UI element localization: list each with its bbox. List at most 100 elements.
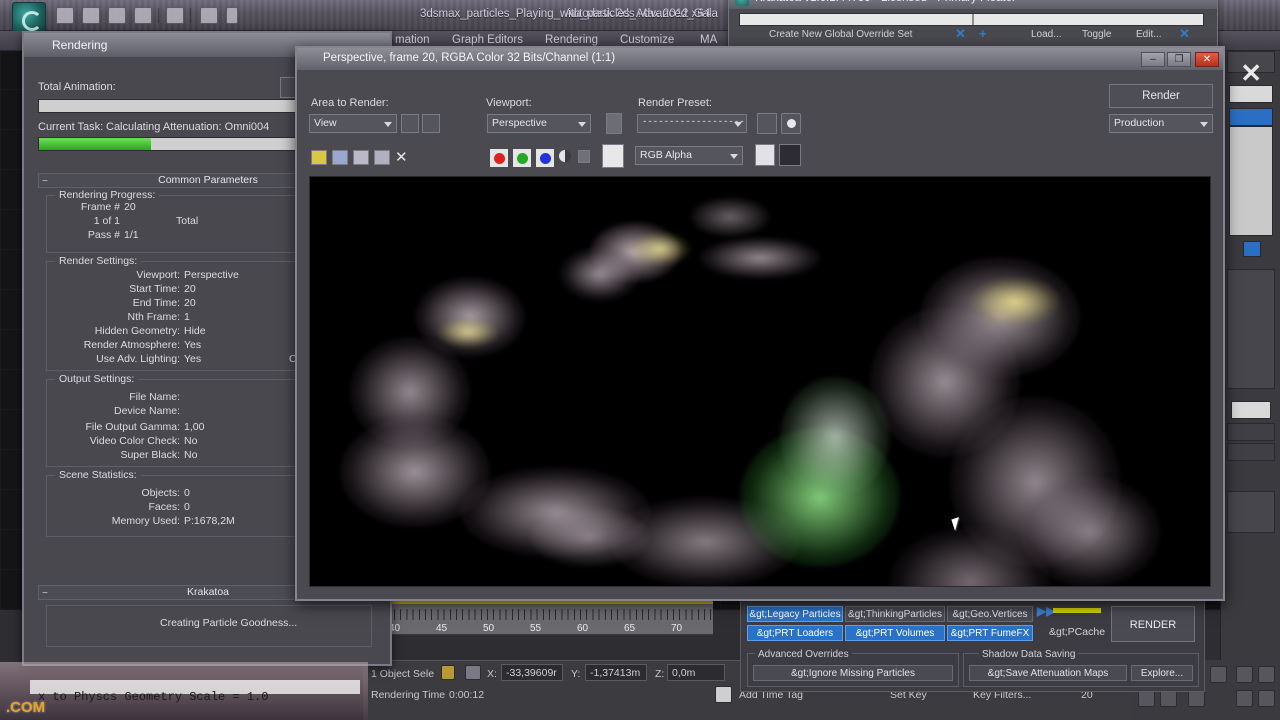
- frame-of-label: 1 of 1: [93, 215, 120, 227]
- spinner-field-2[interactable]: [1227, 443, 1275, 461]
- end-time-label: End Time:: [132, 297, 180, 309]
- super-black-value: No: [184, 449, 198, 461]
- ignore-missing-particles-button[interactable]: &gt;Ignore Missing Particles: [753, 665, 953, 681]
- lock-icon[interactable]: [606, 113, 622, 134]
- spinner-field-1[interactable]: [1227, 423, 1275, 441]
- menu-item-graph-editors[interactable]: Graph Editors: [452, 34, 523, 46]
- timeline-ruler[interactable]: 40 45 50 55 60 65 70: [363, 597, 713, 635]
- zoom-region-icon[interactable]: [1236, 690, 1253, 707]
- close-override-icon[interactable]: ✕: [1179, 26, 1190, 42]
- new-file-icon[interactable]: [56, 7, 74, 24]
- menu-item-max[interactable]: MA: [700, 34, 717, 46]
- save-file-icon[interactable]: [108, 7, 126, 24]
- alpha-channel-icon[interactable]: [559, 150, 571, 162]
- rollout-block-1[interactable]: [1227, 269, 1275, 389]
- save-image-icon[interactable]: [311, 150, 327, 165]
- viewport-close-icon[interactable]: ✕: [1240, 58, 1262, 89]
- green-channel-icon[interactable]: [512, 148, 532, 168]
- particle-cloud: [970, 277, 1060, 327]
- field-of-view-icon[interactable]: [1258, 666, 1275, 683]
- close-button[interactable]: ✕: [1195, 52, 1219, 67]
- blue-channel-icon[interactable]: [535, 148, 555, 168]
- close-x-icon[interactable]: ✕: [955, 26, 966, 42]
- rendered-image-canvas[interactable]: [309, 176, 1211, 587]
- krakatoa-rollout-collapse-icon[interactable]: −: [42, 587, 48, 600]
- render-action-button[interactable]: Render: [1109, 84, 1213, 108]
- prt-volumes-button[interactable]: &gt;PRT Volumes: [845, 625, 945, 641]
- start-time-value: 20: [184, 283, 196, 295]
- walkthrough-icon[interactable]: [1258, 690, 1275, 707]
- production-combo[interactable]: Production: [1109, 114, 1213, 133]
- modifier-stack-list[interactable]: [1229, 126, 1273, 236]
- menu-item-animation[interactable]: mation: [395, 34, 430, 46]
- nav-controls[interactable]: [1227, 491, 1275, 533]
- start-time-label: Start Time:: [129, 283, 180, 295]
- undo-icon[interactable]: [134, 7, 152, 24]
- plus-icon[interactable]: +: [979, 26, 987, 41]
- dropdown-chevron-icon[interactable]: [226, 7, 238, 24]
- modifier-stack-selected[interactable]: [1229, 108, 1273, 126]
- area-to-render-combo[interactable]: View: [309, 114, 397, 133]
- thinking-particles-button[interactable]: &gt;ThinkingParticles: [845, 606, 945, 622]
- zoom-extents-icon[interactable]: [1236, 666, 1253, 683]
- maximize-button[interactable]: ❐: [1167, 52, 1191, 67]
- edit-preset-icon[interactable]: [757, 113, 777, 134]
- minimize-button[interactable]: –: [1141, 52, 1165, 67]
- geo-vertices-button[interactable]: &gt;Geo.Vertices: [947, 606, 1033, 622]
- lock-selection-icon[interactable]: [441, 665, 455, 680]
- print-image-icon[interactable]: [374, 150, 390, 165]
- render-button[interactable]: RENDER: [1111, 606, 1195, 642]
- add-time-tag-icon[interactable]: [715, 686, 732, 703]
- create-override-set-label[interactable]: Create New Global Override Set: [769, 29, 912, 40]
- redo-icon[interactable]: [166, 7, 184, 24]
- x-coordinate-field[interactable]: -33,39609r: [501, 664, 563, 681]
- super-black-label: Super Black:: [120, 449, 180, 461]
- explore-button[interactable]: Explore...: [1131, 665, 1193, 681]
- modifier-icon[interactable]: [1243, 241, 1261, 257]
- mono-channel-icon[interactable]: [578, 150, 590, 163]
- next-frame-icon[interactable]: [1210, 666, 1227, 683]
- orbit-icon[interactable]: [1160, 690, 1177, 707]
- absolute-mode-icon[interactable]: [465, 665, 481, 680]
- particle-cloud: [690, 197, 770, 237]
- load-button[interactable]: Load...: [1031, 29, 1062, 40]
- clone-rendered-frame-icon[interactable]: [353, 150, 369, 165]
- prt-loaders-button[interactable]: &gt;PRT Loaders: [747, 625, 843, 641]
- save-attenuation-maps-button[interactable]: &gt;Save Attenuation Maps: [969, 665, 1127, 681]
- render-frame-window[interactable]: Perspective, frame 20, RGBA Color 32 Bit…: [295, 46, 1225, 601]
- command-panel[interactable]: [1220, 51, 1280, 720]
- open-file-icon[interactable]: [82, 7, 100, 24]
- red-channel-icon[interactable]: [489, 148, 509, 168]
- menu-item-rendering[interactable]: Rendering: [545, 34, 598, 46]
- krakatoa-particle-panel[interactable]: &gt;Legacy Particles &gt;ThinkingParticl…: [740, 600, 1205, 692]
- channel-combo[interactable]: RGB Alpha: [635, 146, 743, 165]
- spinner-dropdown[interactable]: [1231, 401, 1271, 419]
- legacy-particles-button[interactable]: &gt;Legacy Particles: [747, 606, 843, 622]
- current-task-value: Calculating Attenuation: Omni004: [106, 121, 270, 133]
- y-coordinate-field[interactable]: -1,37413m: [585, 664, 647, 681]
- timeline-tick-65: 65: [624, 623, 636, 634]
- pan-view-icon[interactable]: [1138, 690, 1155, 707]
- toggle-button[interactable]: Toggle: [1082, 29, 1111, 40]
- viewport-combo[interactable]: Perspective: [487, 114, 591, 133]
- edit-button[interactable]: Edit...: [1136, 29, 1162, 40]
- 3dsmax-logo-icon[interactable]: [12, 2, 46, 32]
- copy-image-icon[interactable]: [332, 150, 348, 165]
- render-setup-icon[interactable]: [781, 113, 801, 134]
- toggle-ui-icon[interactable]: [755, 144, 775, 166]
- pcache-label[interactable]: &gt;PCache: [1049, 626, 1105, 638]
- render-region-icon[interactable]: [401, 114, 419, 133]
- prt-fumefx-button[interactable]: &gt;PRT FumeFX: [947, 625, 1033, 641]
- render-preset-combo[interactable]: --------------------------: [637, 114, 747, 133]
- rollout-collapse-icon[interactable]: −: [42, 175, 48, 188]
- z-coordinate-field[interactable]: 0,0m: [667, 664, 725, 681]
- select-link-icon[interactable]: [200, 7, 218, 24]
- clear-image-icon[interactable]: ✕: [395, 148, 408, 166]
- background-swatch-icon[interactable]: [602, 144, 624, 168]
- crop-region-icon[interactable]: [422, 114, 440, 133]
- maximize-viewport-icon[interactable]: [1188, 690, 1205, 707]
- menu-item-customize[interactable]: Customize: [620, 34, 674, 46]
- duplicate-view-icon[interactable]: [779, 144, 801, 166]
- hidden-geometry-value: Hide: [184, 325, 206, 337]
- krakatoa-primary-floater[interactable]: Krakatoa v1.6.1.44759 - Licensed - Prima…: [728, 0, 1218, 48]
